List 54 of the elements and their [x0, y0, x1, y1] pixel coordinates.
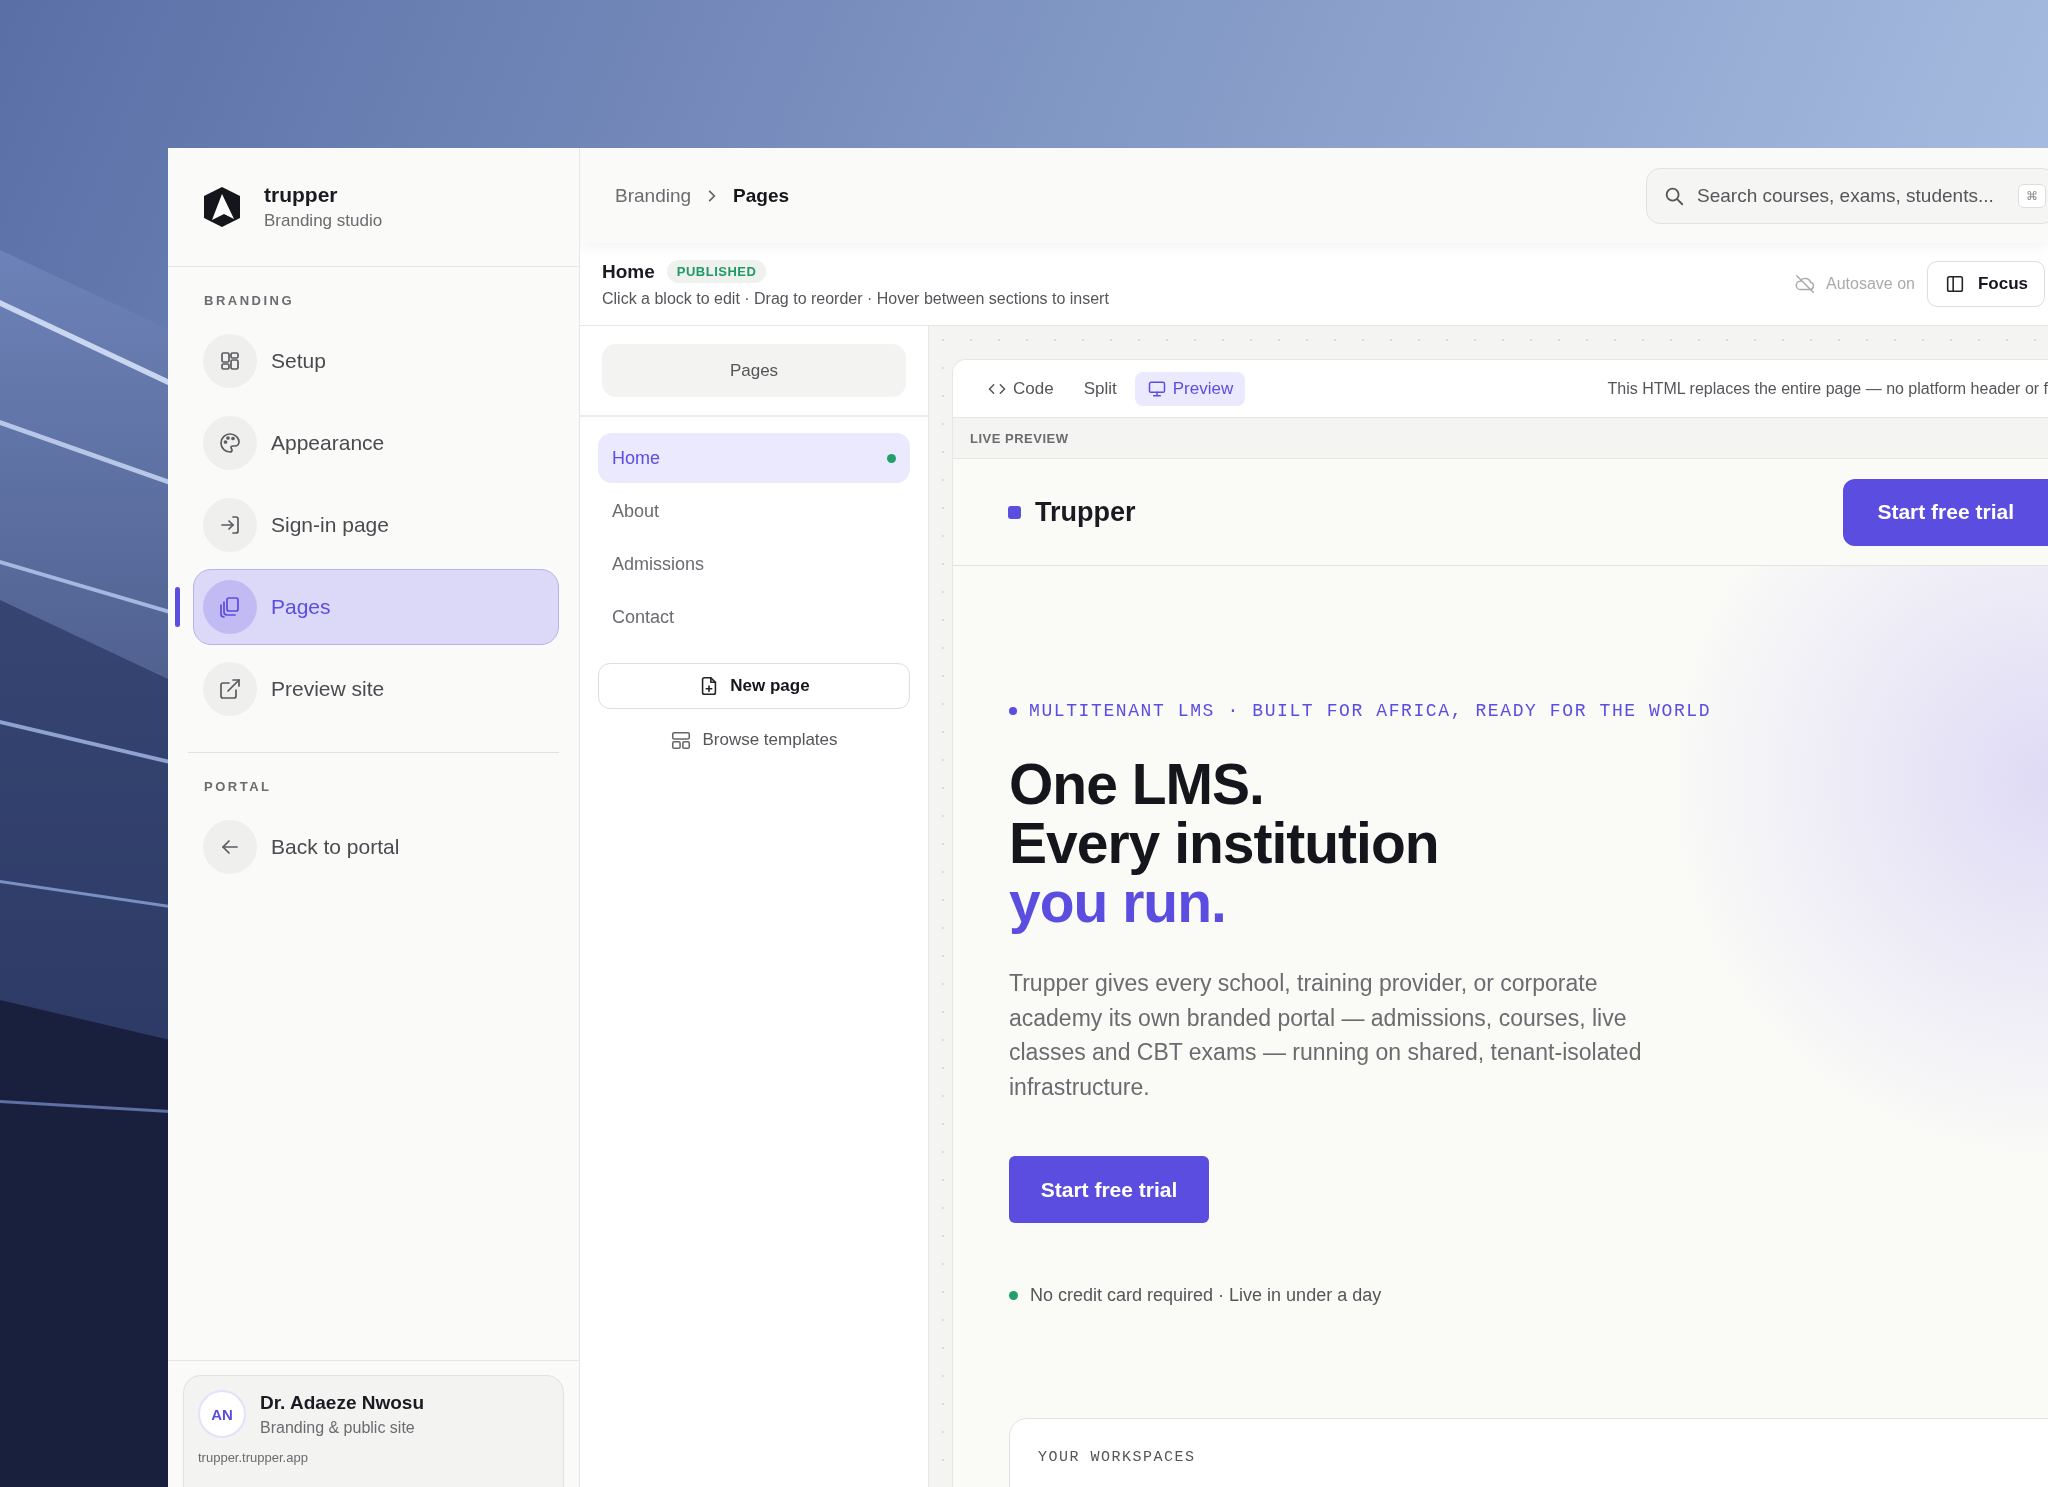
- brand-square-icon: [1008, 505, 1021, 519]
- user-domain: trupper.trupper.app: [198, 1450, 309, 1465]
- sidebar-item[interactable]: Sign-in page: [193, 487, 559, 563]
- sidebar-item[interactable]: Back to portal: [193, 809, 559, 885]
- sidebar-item[interactable]: Preview site: [193, 651, 559, 727]
- brand-subtitle: Branding studio: [264, 211, 383, 231]
- view-mode-tab[interactable]: Code: [975, 371, 1066, 406]
- workspaces-label: YOUR WORKSPACES: [1038, 1449, 1196, 1466]
- hero-description: Trupper gives every school, training provider, or corporate academy its own branded portal — admissions, courses, live classes and CBT exams — running on shared, tenant-isolated infrastructure.: [1009, 969, 1643, 1102]
- user-name: Dr. Adaeze Nwosu: [260, 1391, 424, 1414]
- page-item[interactable]: Home: [598, 433, 910, 483]
- breadcrumb-item[interactable]: Branding: [615, 184, 692, 207]
- live-preview-label: LIVE PREVIEW: [970, 430, 1069, 446]
- browse-templates-button[interactable]: Browse templates: [598, 717, 910, 763]
- sidebar-item[interactable]: Pages: [193, 569, 559, 645]
- toolbar-note: This HTML replaces the entire page — no platform header or f: [1607, 379, 2048, 398]
- hero-headline: One LMS. Every institution you run.: [1009, 755, 1439, 932]
- page-item[interactable]: Contact: [598, 592, 910, 642]
- editor-hint: Click a block to edit · Drag to reorder · Hover between sections to insert: [602, 290, 1109, 308]
- shortcut-key: ⌘: [2018, 183, 2046, 208]
- user-card[interactable]: AN Dr. Adaeze Nwosu Branding & public site trupper.trupper.app: [183, 1375, 564, 1487]
- avatar: AN: [198, 1390, 246, 1438]
- layout-icon: [670, 729, 693, 751]
- status-badge: PUBLISHED: [666, 260, 767, 283]
- palette-icon: [218, 431, 242, 455]
- sign-in-icon: [218, 513, 242, 537]
- bullet-icon: [1009, 707, 1017, 715]
- active-indicator: [175, 587, 180, 627]
- external-link-icon: [218, 677, 242, 701]
- focus-button[interactable]: Focus: [1926, 261, 2045, 307]
- page-title: Home: [602, 260, 655, 283]
- new-page-button[interactable]: New page: [598, 663, 910, 709]
- sidebar-item[interactable]: Setup: [193, 323, 559, 399]
- start-trial-button[interactable]: Start free trial: [1843, 478, 2048, 546]
- grid-icon: [218, 349, 242, 373]
- pages-tab[interactable]: Pages: [602, 344, 906, 397]
- section-title: PORTAL: [204, 779, 273, 794]
- cloud-off-icon: [1794, 273, 1816, 295]
- section-title: BRANDING: [204, 293, 296, 308]
- site-name: Trupper: [1035, 496, 1136, 528]
- page-item[interactable]: About: [598, 486, 910, 536]
- pages-icon: [218, 595, 242, 619]
- brand-name: trupper: [264, 183, 339, 207]
- breadcrumb-item: Pages: [733, 184, 790, 207]
- page-item[interactable]: Admissions: [598, 539, 910, 589]
- start-trial-button[interactable]: Start free trial: [1009, 1156, 1209, 1223]
- sidebar-item[interactable]: Appearance: [193, 405, 559, 481]
- user-role: Branding & public site: [260, 1418, 416, 1437]
- view-mode-tab[interactable]: Preview: [1134, 371, 1246, 406]
- tagline: MULTITENANT LMS · BUILT FOR AFRICA, READY FOR THE WORLD: [1029, 701, 1712, 721]
- hero-note: No credit card required · Live in under a day: [1030, 1285, 1382, 1306]
- autosave-status: Autosave on: [1826, 275, 1915, 293]
- view-mode-tab[interactable]: Split: [1071, 371, 1129, 406]
- status-dot: [1009, 1291, 1018, 1300]
